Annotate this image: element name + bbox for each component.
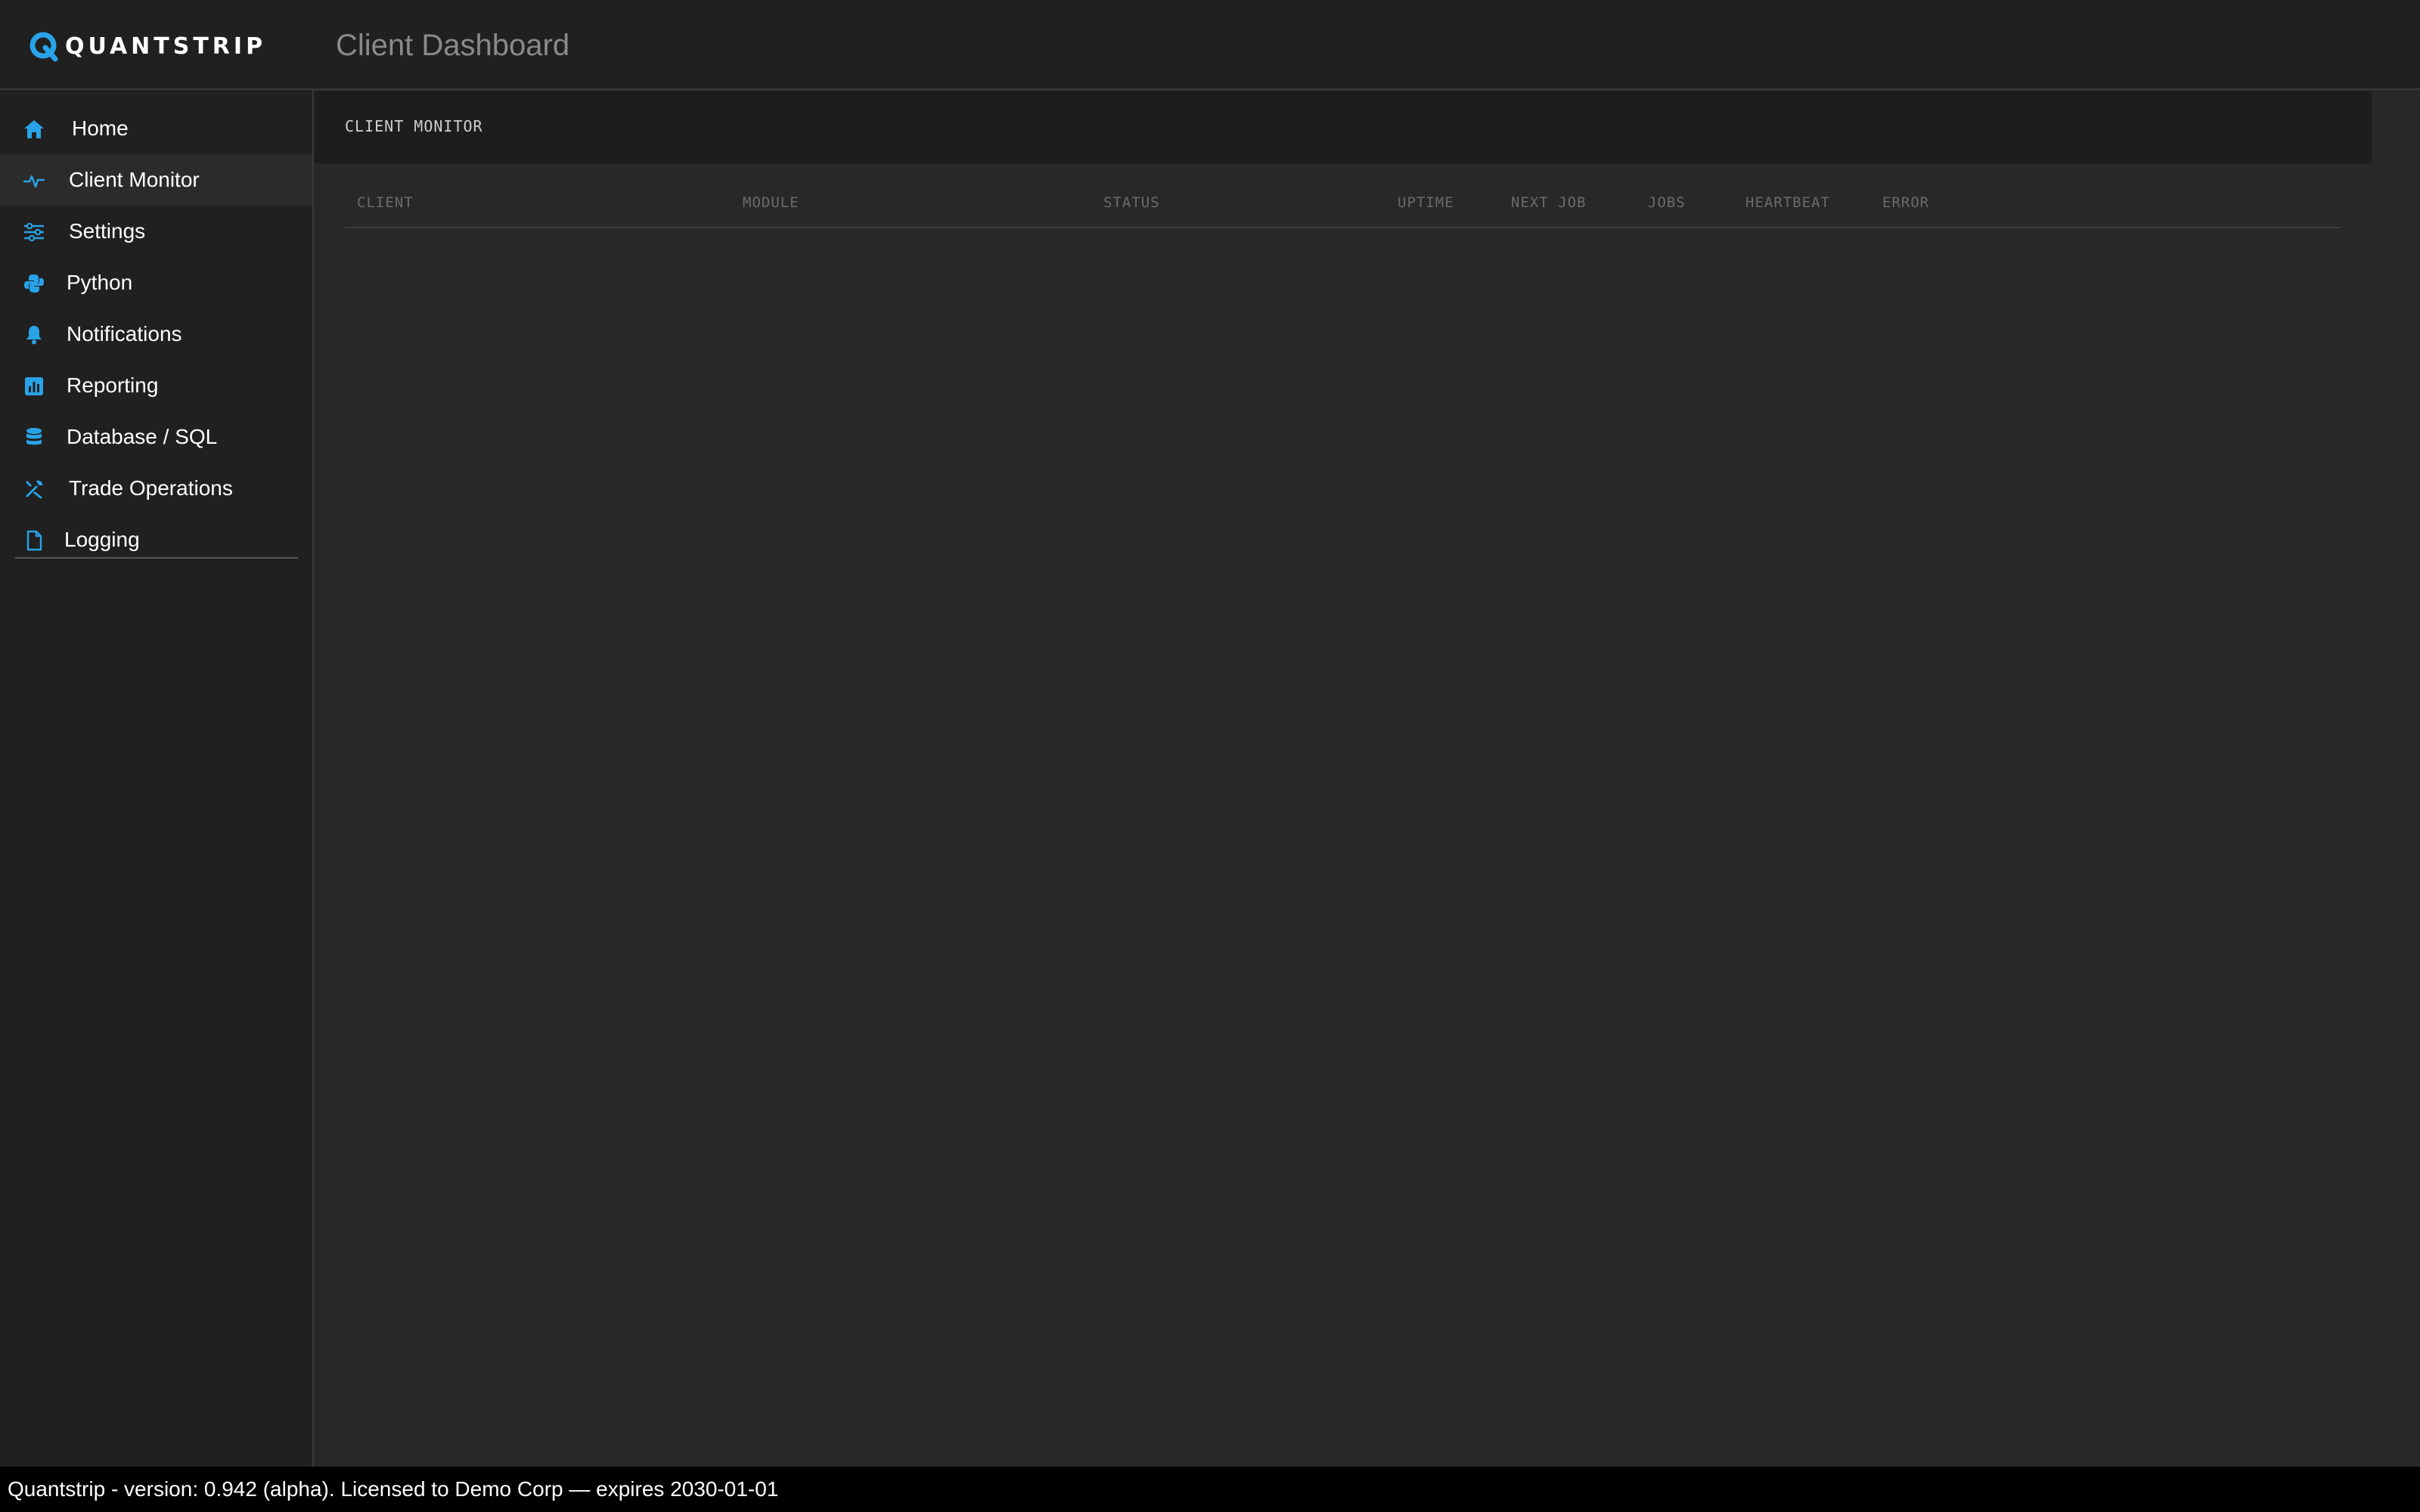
sidebar-item-label: Notifications (67, 322, 182, 345)
chart-icon (23, 375, 45, 398)
sidebar-divider (15, 557, 298, 559)
app-logo[interactable]: QUANTSTRIP (27, 29, 266, 64)
top-header: QUANTSTRIP Client Dashboard (0, 0, 2420, 90)
column-header-module[interactable]: MODULE (743, 194, 799, 211)
sidebar-item-client-monitor[interactable]: Client Monitor (0, 154, 312, 206)
tools-icon (23, 478, 45, 500)
sidebar-item-reporting[interactable]: Reporting (0, 360, 312, 411)
column-header-next-job[interactable]: NEXT JOB (1511, 194, 1587, 211)
logo-text: QUANTSTRIP (65, 33, 267, 60)
home-icon (23, 118, 45, 141)
sidebar-item-database[interactable]: Database / SQL (0, 411, 312, 463)
panel-header: CLIENT MONITOR (314, 91, 2372, 163)
pulse-icon (23, 169, 45, 192)
column-header-error[interactable]: ERROR (1882, 194, 1929, 211)
file-icon (23, 529, 45, 552)
sidebar-item-notifications[interactable]: Notifications (0, 308, 312, 360)
sidebar-item-trade-operations[interactable]: Trade Operations (0, 463, 312, 514)
sidebar: Home Client Monitor Settings Python Noti… (0, 90, 314, 1467)
column-header-status[interactable]: STATUS (1103, 194, 1160, 211)
page-title: Client Dashboard (336, 29, 570, 62)
column-header-client[interactable]: CLIENT (357, 194, 414, 211)
app-window: QUANTSTRIP Client Dashboard Home Client … (0, 0, 2420, 1512)
sidebar-item-label: Settings (69, 219, 146, 243)
quantstrip-logo-icon (29, 32, 58, 62)
bell-icon (23, 324, 45, 346)
column-header-uptime[interactable]: UPTIME (1398, 194, 1454, 211)
python-icon (23, 272, 45, 295)
sliders-icon (23, 221, 45, 243)
sidebar-item-label: Trade Operations (69, 476, 233, 500)
client-table-header: CLIENT MODULE STATUS UPTIME NEXT JOB JOB… (345, 194, 2341, 228)
sidebar-item-label: Client Monitor (69, 168, 200, 191)
status-footer: Quantstrip - version: 0.942 (alpha). Lic… (0, 1467, 2420, 1512)
column-header-jobs[interactable]: JOBS (1648, 194, 1686, 211)
column-header-heartbeat[interactable]: HEARTBEAT (1745, 194, 1830, 211)
panel-title: CLIENT MONITOR (345, 117, 483, 135)
version-license-text: Quantstrip - version: 0.942 (alpha). Lic… (8, 1477, 779, 1501)
sidebar-item-python[interactable]: Python (0, 257, 312, 308)
database-icon (23, 426, 45, 449)
sidebar-item-settings[interactable]: Settings (0, 206, 312, 257)
sidebar-item-label: Home (72, 116, 129, 140)
sidebar-item-label: Reporting (67, 373, 159, 397)
sidebar-item-label: Database / SQL (67, 425, 218, 448)
sidebar-item-home[interactable]: Home (0, 103, 312, 154)
main-content: CLIENT MONITOR CLIENT MODULE STATUS UPTI… (314, 91, 2420, 1467)
sidebar-item-label: Logging (64, 528, 140, 551)
sidebar-item-label: Python (67, 271, 133, 294)
